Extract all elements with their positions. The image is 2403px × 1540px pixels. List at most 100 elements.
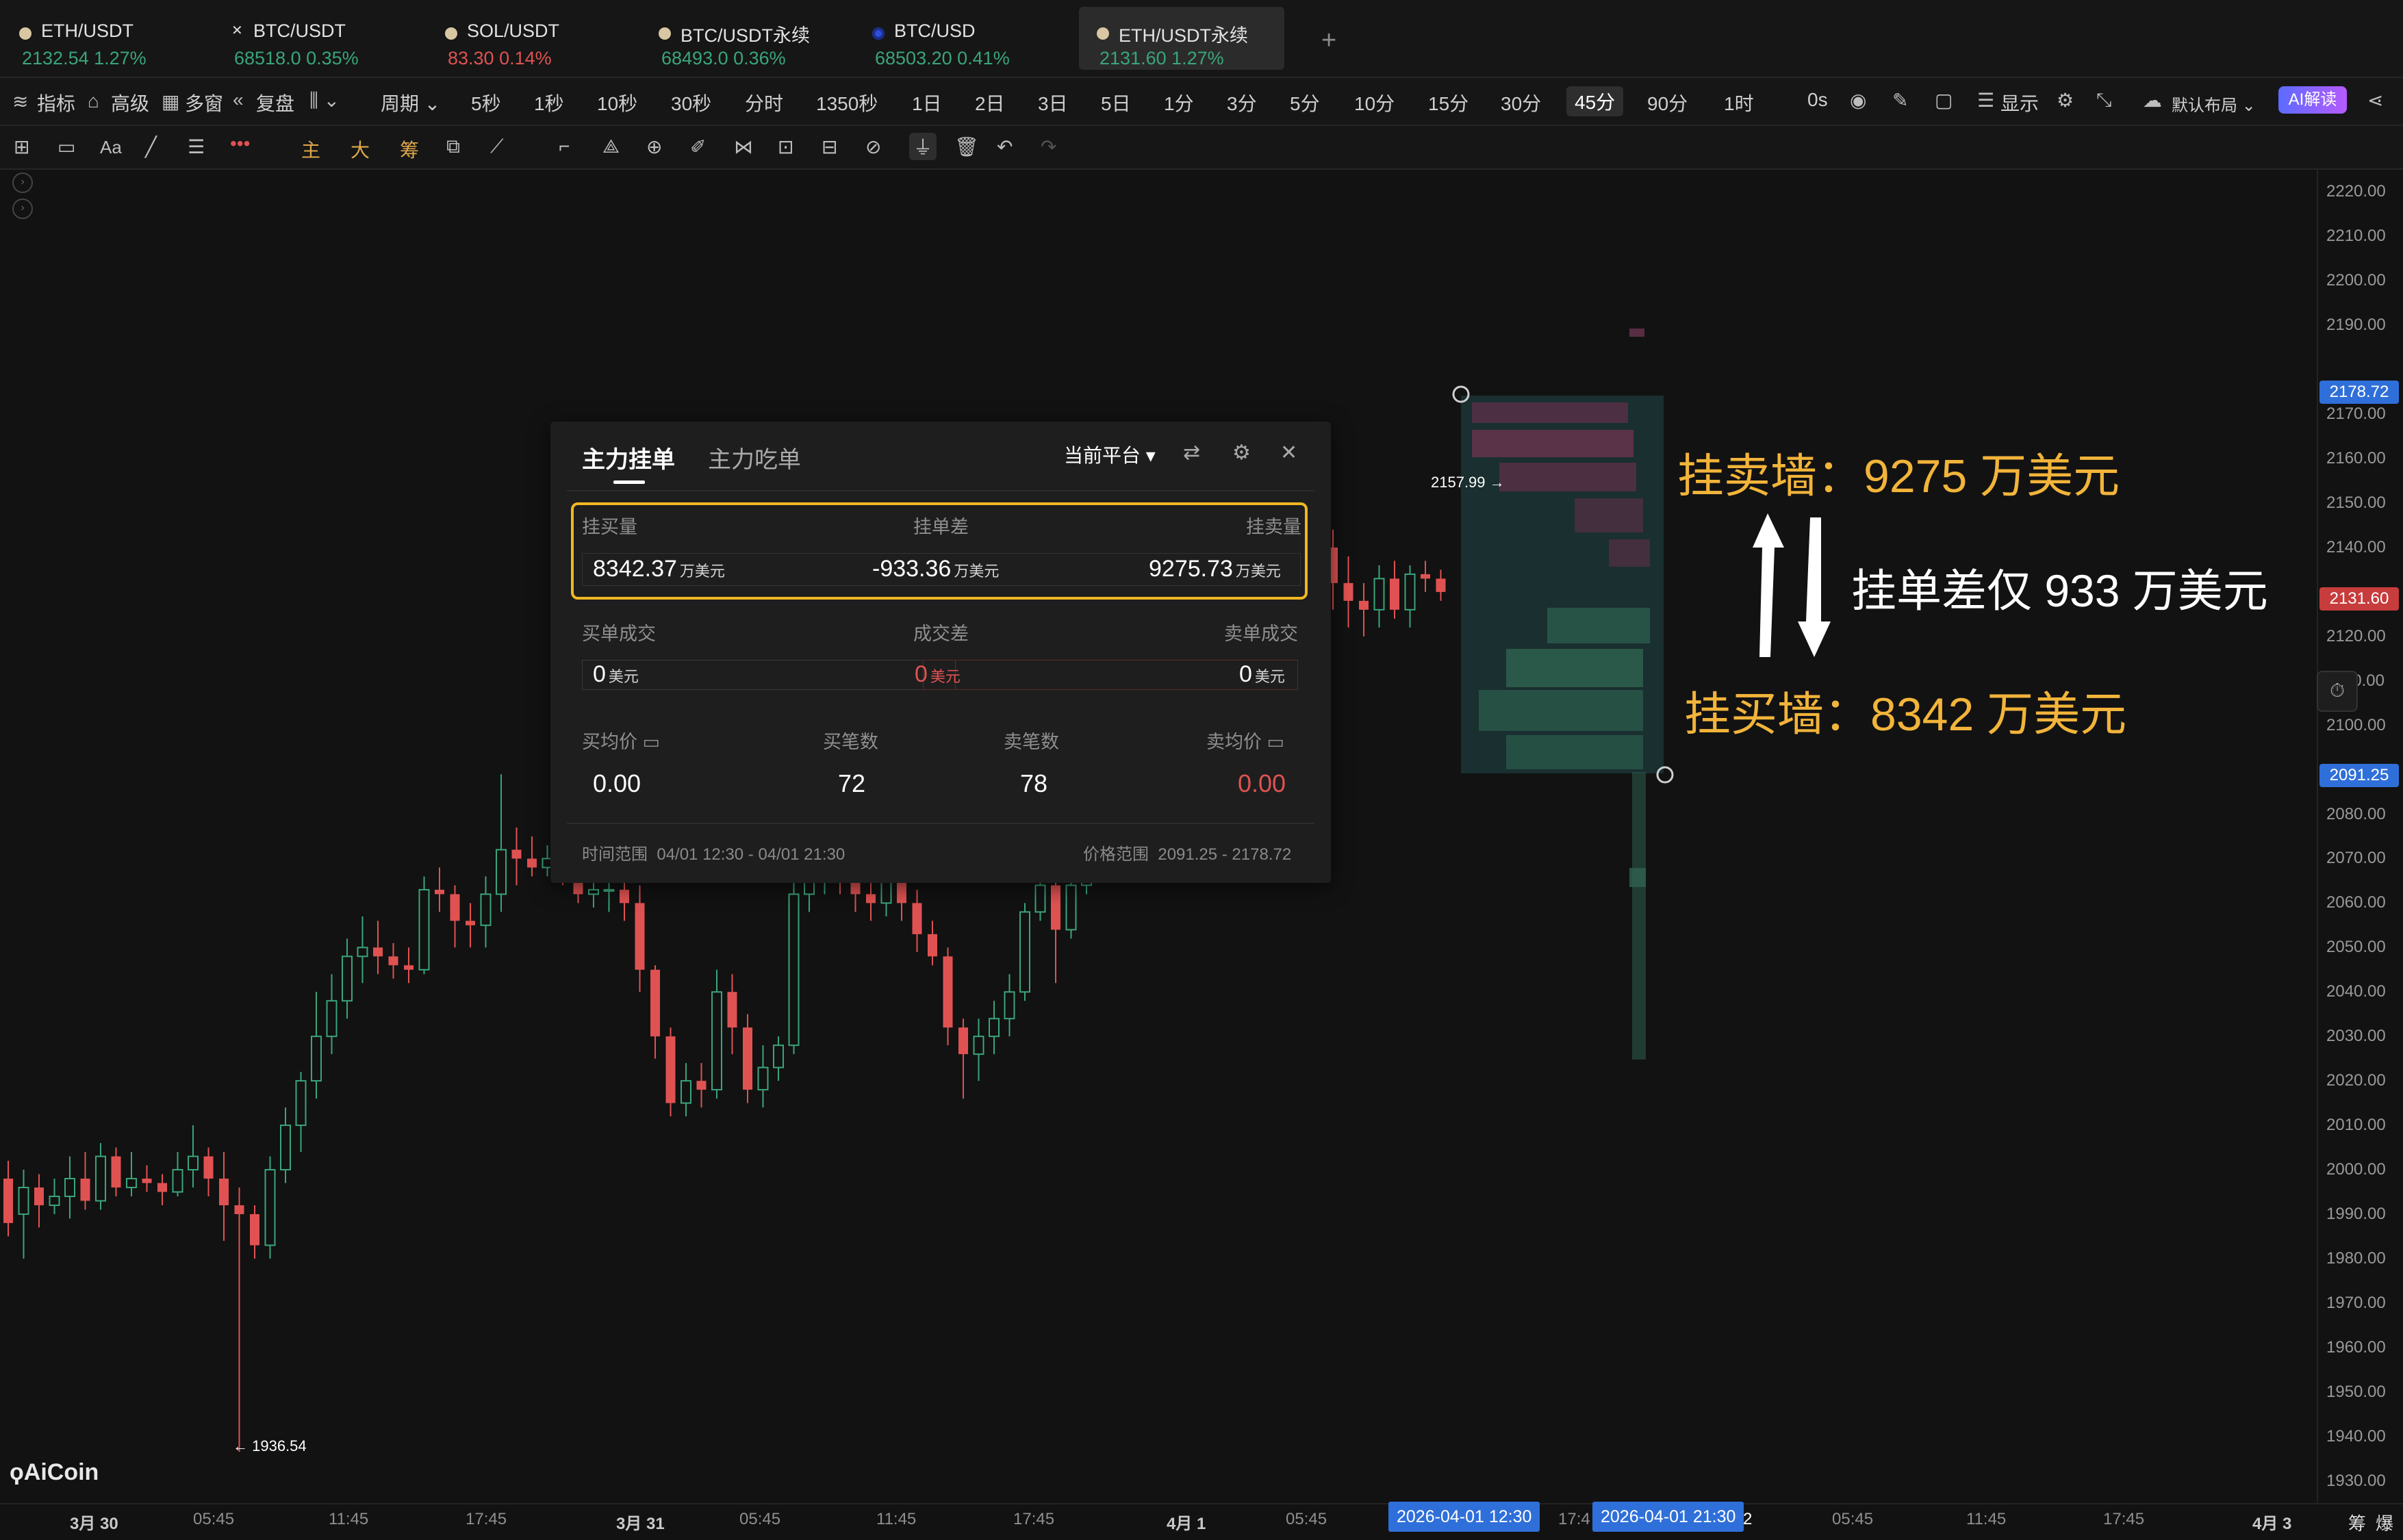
add-tab-icon[interactable]: + (1321, 26, 1336, 55)
swap-icon[interactable]: ⇄ (1183, 441, 1200, 465)
interval-button[interactable]: 30分 (1501, 89, 1541, 116)
logo-icon: ϙ (10, 1459, 24, 1485)
price-tick-label: 1980.00 (2326, 1248, 2386, 1268)
interval-button[interactable]: 10秒 (597, 89, 637, 116)
advanced-icon: ⌂ (88, 90, 99, 112)
tab-main-orders[interactable]: 主力挂单 (582, 441, 675, 474)
interval-button[interactable]: 1分 (1164, 89, 1194, 116)
orderbook-zone (1452, 329, 1674, 1060)
interval-button[interactable]: 1时 (1724, 89, 1754, 116)
filter-icon[interactable]: ⏚ (909, 133, 937, 160)
trash-icon[interactable]: 🗑 (954, 136, 979, 158)
zoom-in-icon[interactable]: ⊕ (646, 136, 662, 158)
price-tick-label: 1990.00 (2326, 1204, 2386, 1223)
interval-button[interactable]: 90分 (1647, 89, 1688, 116)
dots-icon[interactable]: ••• (230, 133, 250, 155)
candle-down (157, 1183, 167, 1192)
advanced-button[interactable]: 高级 (111, 89, 149, 116)
symbol-tab-active[interactable]: ETH/USDT永续 2131.60 1.27% (1079, 7, 1284, 70)
price-tick-label: 2170.00 (2326, 405, 2386, 424)
eye-icon[interactable]: ⊘ (865, 136, 881, 158)
interval-button[interactable]: 3分 (1227, 89, 1257, 116)
settings-icon[interactable]: ⚙ (1232, 441, 1251, 465)
list-icon: ☰ (1977, 90, 1995, 111)
interval-button[interactable]: 3日 (1038, 89, 1068, 116)
symbol-tab[interactable]: SOL/USDT 83.30 0.14% (427, 7, 633, 70)
tab-main-eaten[interactable]: 主力吃单 (708, 441, 801, 474)
lock-icon[interactable]: ⊡ (778, 136, 793, 158)
symbol-tab[interactable]: ✕ BTC/USDT 68518.0 0.35% (214, 7, 419, 70)
display-button[interactable]: 显示 (2000, 89, 2039, 116)
square-icon[interactable]: ▢ (1935, 89, 1953, 112)
settings-icon[interactable]: ⚙ (2057, 89, 2074, 112)
chip-corner-button[interactable]: 筹 (2348, 1510, 2366, 1535)
candle-down (142, 1178, 152, 1183)
interval-button-selected[interactable]: 45分 (1566, 86, 1624, 116)
share-icon[interactable]: ⋖ (2367, 89, 2383, 112)
indicators-button[interactable]: 指标 (37, 89, 75, 116)
candle-down (250, 1214, 259, 1246)
candle-up (326, 1000, 338, 1038)
price-tick-label: 2200.00 (2326, 271, 2386, 290)
diff-label: 挂单差 (913, 517, 969, 537)
interval-button[interactable]: 5秒 (471, 89, 501, 116)
active-tab-underline (613, 480, 645, 484)
interval-button[interactable]: 15分 (1428, 89, 1468, 116)
ai-analysis-button[interactable]: AI解读 (2278, 86, 2347, 114)
candle-down (1051, 885, 1060, 930)
crop-icon[interactable]: ⌐ (559, 136, 570, 157)
candle-down (1359, 600, 1369, 610)
period-dropdown[interactable]: 周期 ⌄ (381, 89, 440, 116)
text-tool-icon[interactable]: Aa (100, 137, 122, 158)
interval-button[interactable]: 10分 (1354, 89, 1395, 116)
big-toggle[interactable]: 大 (351, 136, 370, 163)
time-label: 17:45 (2103, 1510, 2145, 1528)
interval-button[interactable]: 2日 (975, 89, 1005, 116)
interval-button[interactable]: 分时 (745, 89, 783, 116)
order-diff-annotation: 挂单差仅 933 万美元 (1851, 565, 2268, 616)
magnet-icon[interactable]: ⋈ (734, 136, 753, 158)
platform-dropdown[interactable]: 当前平台 ▾ (1064, 441, 1156, 468)
interval-button[interactable]: 5分 (1290, 89, 1320, 116)
chart-type-icon[interactable]: ⫼ ⌄ (309, 89, 340, 112)
template-icon[interactable]: ⊟ (822, 136, 837, 158)
replay-button[interactable]: 复盘 (256, 89, 294, 116)
symbol-change: 0.14% (499, 48, 552, 68)
line-tool-icon[interactable]: ╱ (145, 136, 157, 158)
chip-toggle[interactable]: 筹 (400, 136, 419, 163)
liquidation-corner-button[interactable]: 爆 (2376, 1510, 2393, 1535)
camera-icon[interactable]: ◉ (1850, 89, 1866, 112)
bid-volume-value: 8342.37 万美元 (593, 556, 725, 582)
undo-icon[interactable]: ↶ (997, 136, 1013, 158)
interval-button[interactable]: 1350秒 (816, 89, 878, 116)
candle-down (743, 1027, 752, 1090)
alert-clock-icon[interactable]: ⏱ (2317, 671, 2358, 712)
close-icon[interactable]: ✕ (1280, 441, 1297, 465)
layout-dropdown[interactable]: 默认布局 ⌄ (2172, 92, 2256, 116)
pencil-icon[interactable]: ✎ (1892, 89, 1908, 112)
ruler-icon[interactable]: ⟁ (602, 136, 620, 158)
redo-icon[interactable]: ↷ (1041, 136, 1056, 158)
collapse-icon[interactable]: ⤡ (2096, 89, 2111, 112)
interval-button[interactable]: 1日 (912, 89, 942, 116)
price-tick-label: 2000.00 (2326, 1160, 2386, 1179)
measure-icon[interactable]: ⟋ (490, 136, 504, 158)
interval-button[interactable]: 30秒 (671, 89, 711, 116)
multi-window-button[interactable]: 多窗 (185, 89, 223, 116)
candle-down (219, 1178, 229, 1205)
brush-icon[interactable]: ✐ (690, 136, 706, 158)
interval-button[interactable]: 5日 (1101, 89, 1131, 116)
symbol-tab[interactable]: BTC/USD 68503.20 0.41% (854, 7, 1060, 70)
rectangle-icon[interactable]: ▭ (58, 136, 75, 158)
range-handle-icon[interactable] (1656, 766, 1674, 784)
edit-box-icon[interactable]: ⧉ (446, 136, 460, 158)
range-top-tag: 2178.72 (2319, 381, 2399, 404)
hlines-icon[interactable]: ☰ (188, 136, 205, 158)
add-chart-icon[interactable]: ⊞ (14, 136, 29, 158)
symbol-tab[interactable]: ETH/USDT 2132.54 1.27% (1, 7, 207, 70)
indicator-icon: ≋ (12, 91, 29, 112)
main-toggle[interactable]: 主 (301, 136, 320, 163)
symbol-tab[interactable]: BTC/USDT永续 68493.0 0.36% (641, 7, 846, 70)
period-label: 周期 (381, 93, 420, 114)
interval-button[interactable]: 1秒 (534, 89, 564, 116)
